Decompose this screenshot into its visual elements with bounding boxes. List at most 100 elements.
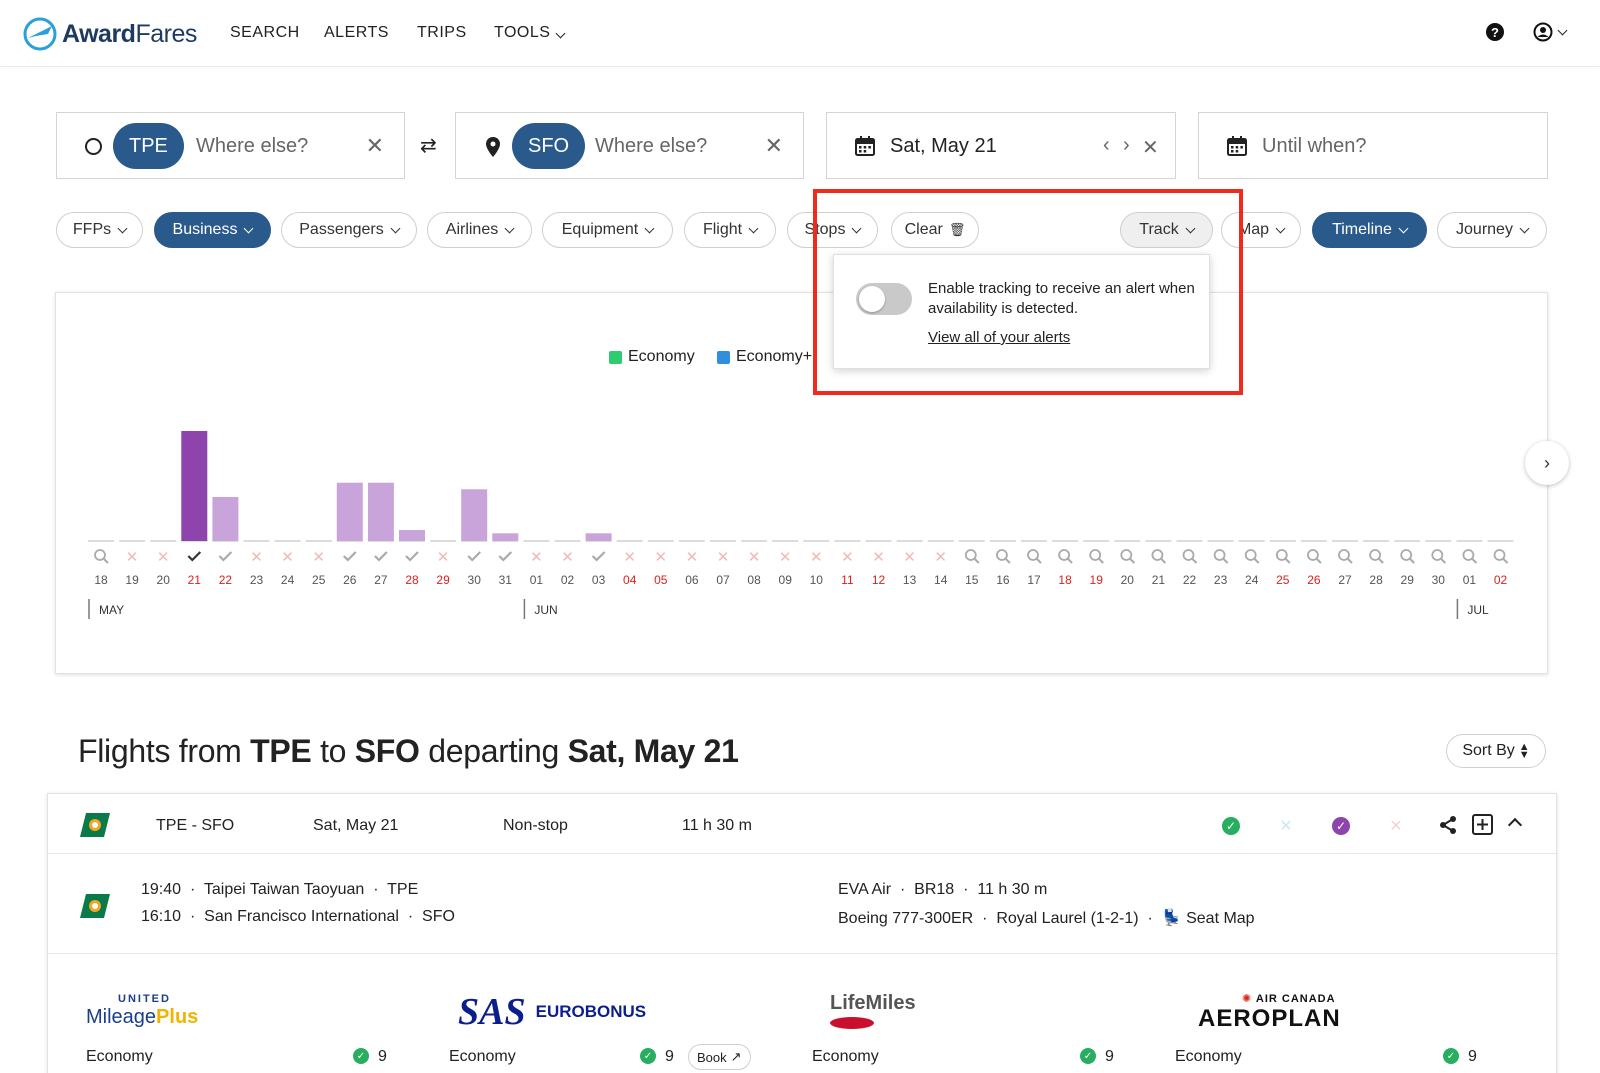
- program-seats: 9: [1468, 1048, 1477, 1065]
- share-icon[interactable]: [1438, 815, 1458, 835]
- search-icon-handle: [1005, 558, 1011, 564]
- search-icon: [1431, 549, 1444, 561]
- business-available-icon: ✓: [1332, 817, 1350, 835]
- date-tick-label: 07: [716, 573, 730, 587]
- date-tick-label: 24: [281, 573, 295, 587]
- available-check-icon: [405, 551, 419, 562]
- search-icon: [1027, 549, 1039, 561]
- program-cabin: Economy: [86, 1048, 153, 1065]
- date-tick-label: 31: [499, 573, 513, 587]
- date-tick-label: 22: [219, 573, 233, 587]
- search-icon: [94, 549, 106, 561]
- search-icon: [1369, 549, 1381, 561]
- date-tick-label: 18: [94, 573, 108, 587]
- date-tick-label: 03: [592, 573, 606, 587]
- first-unavailable-icon: ✕: [1389, 818, 1403, 835]
- unavailable-icon: ✕: [903, 548, 916, 566]
- search-icon-handle: [1036, 558, 1042, 564]
- date-tick-label: 25: [312, 573, 326, 587]
- flight-result-card: TPE - SFO Sat, May 21 Non-stop 11 h 30 m…: [47, 793, 1558, 1073]
- search-icon-handle: [1471, 558, 1478, 564]
- program-cabin: Economy: [449, 1048, 516, 1065]
- date-tick-label: 21: [1152, 573, 1166, 587]
- available-check-icon: ✓: [1443, 1048, 1459, 1064]
- chart-next-button[interactable]: ›: [1525, 441, 1569, 485]
- availability-bar[interactable]: [336, 482, 363, 541]
- date-tick-label: 23: [250, 573, 264, 587]
- track-popup: Enable tracking to receive an alert when…: [833, 254, 1210, 369]
- date-tick-label: 24: [1245, 573, 1259, 587]
- unavailable-icon: ✕: [717, 548, 730, 566]
- search-icon-handle: [1502, 558, 1509, 564]
- sort-icon: ▲ ▼: [1518, 741, 1530, 761]
- date-tick-label: 23: [1214, 573, 1228, 587]
- available-check-icon: ✓: [640, 1048, 656, 1064]
- search-icon-handle: [1285, 558, 1291, 564]
- available-check-icon: ✓: [1080, 1048, 1096, 1064]
- available-check-icon: [374, 551, 388, 562]
- tracking-toggle[interactable]: [856, 283, 912, 315]
- sas-eurobonus-logo: SAS EUROBONUS: [458, 991, 647, 1033]
- search-icon: [1182, 549, 1195, 561]
- airline-info: EVA Air · BR18 · 11 h 30 m: [838, 881, 1048, 898]
- date-tick-label: 25: [1276, 573, 1290, 587]
- unavailable-icon: ✕: [126, 548, 139, 566]
- search-icon-handle: [1378, 558, 1384, 564]
- lifemiles-logo: LifeMiles: [830, 992, 916, 1029]
- search-icon: [1307, 549, 1319, 561]
- program-seats: 9: [665, 1048, 674, 1065]
- search-icon: [1058, 549, 1070, 561]
- collapse-icon[interactable]: [1507, 817, 1523, 833]
- search-icon-handle: [1347, 558, 1353, 564]
- availability-bar[interactable]: [181, 431, 208, 541]
- availability-bar[interactable]: [585, 533, 612, 541]
- sort-by-button[interactable]: Sort By ▲ ▼: [1446, 734, 1546, 768]
- flight-date: Sat, May 21: [313, 817, 399, 834]
- results-title: Flights from TPE to SFO departing Sat, M…: [78, 733, 739, 769]
- arrival-info: 16:10 · San Francisco International · SF…: [141, 908, 455, 925]
- search-icon-handle: [1409, 558, 1415, 564]
- unavailable-icon: ✕: [934, 548, 947, 566]
- unavailable-icon: ✕: [250, 548, 263, 566]
- add-to-trip-icon[interactable]: [1472, 814, 1493, 835]
- date-tick-label: 08: [747, 573, 761, 587]
- date-tick-label: 29: [436, 573, 450, 587]
- eva-air-logo-icon: [80, 813, 110, 837]
- premium-unavailable-icon: ✕: [1279, 818, 1293, 835]
- view-alerts-link[interactable]: View all of your alerts: [928, 329, 1070, 346]
- seat-map-link[interactable]: Seat Map: [1186, 910, 1254, 927]
- unavailable-icon: ✕: [437, 548, 450, 566]
- search-icon: [1151, 549, 1164, 561]
- availability-bar[interactable]: [399, 530, 425, 541]
- date-tick-label: 26: [1307, 573, 1321, 587]
- flight-duration: 11 h 30 m: [682, 817, 752, 834]
- date-tick-label: 01: [1463, 573, 1477, 587]
- unavailable-icon: ✕: [530, 548, 543, 566]
- date-tick-label: 30: [468, 573, 482, 587]
- search-icon: [1400, 549, 1413, 561]
- date-tick-label: 11: [841, 573, 854, 587]
- unavailable-icon: ✕: [872, 548, 885, 566]
- date-tick-label: 12: [872, 573, 886, 587]
- month-label: MAY: [99, 603, 124, 617]
- aircraft-info: Boeing 777-300ER · Royal Laurel (1-2-1) …: [838, 910, 1255, 927]
- available-check-icon: [591, 551, 606, 562]
- search-icon: [1120, 549, 1133, 561]
- departure-info: 19:40 · Taipei Taiwan Taoyuan · TPE: [141, 881, 419, 898]
- month-label: JUL: [1467, 603, 1489, 617]
- available-check-icon: [218, 551, 233, 562]
- unavailable-icon: ✕: [655, 548, 668, 566]
- availability-bar[interactable]: [367, 482, 394, 541]
- availability-bar[interactable]: [492, 533, 519, 541]
- unavailable-icon: ✕: [157, 548, 170, 566]
- available-check-icon: [467, 551, 481, 562]
- available-check-icon: [498, 551, 513, 562]
- unavailable-icon: ✕: [841, 548, 854, 566]
- seat-icon: 💺: [1161, 910, 1182, 927]
- availability-bar[interactable]: [212, 497, 239, 541]
- availability-bar[interactable]: [461, 489, 488, 541]
- search-icon-handle: [1067, 558, 1073, 564]
- book-button[interactable]: Book ↗: [688, 1044, 751, 1070]
- date-tick-label: 02: [561, 573, 575, 587]
- united-mileageplus-logo: UNITED MileagePlus: [86, 993, 199, 1028]
